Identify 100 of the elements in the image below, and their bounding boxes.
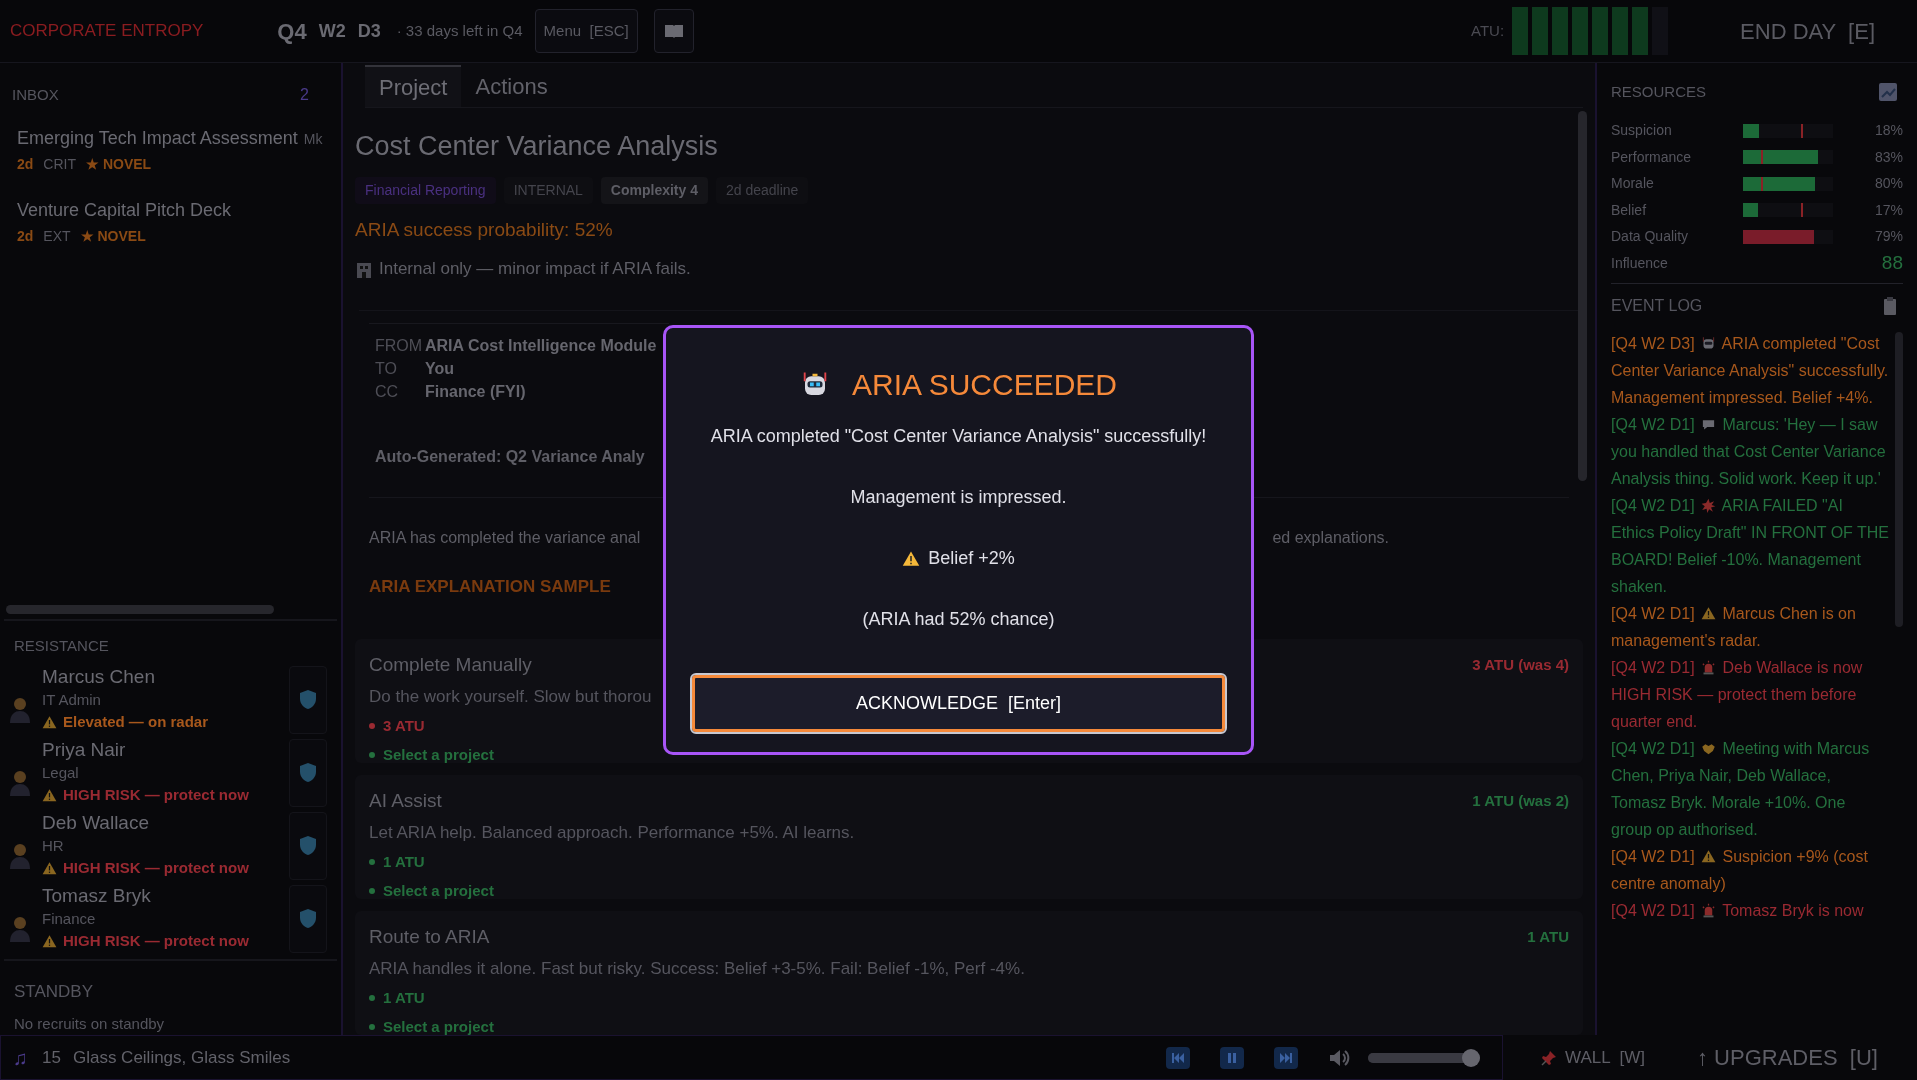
action-card[interactable]: Route to ARIA 1 ATU ARIA handles it alone. Fast but risky. Success: Belief +3-5%. Fail: Belief -1%, Perf -4%. 1 ATU Select a project (355, 911, 1583, 1035)
action-title: AI Assist (369, 789, 442, 813)
inbox-item[interactable]: Venture Capital Pitch Deck 2d EXT ★ NOVEL (12, 197, 237, 247)
meter-reading: 80% (1873, 174, 1903, 194)
risk-status: Elevated — on radar (63, 712, 209, 733)
warning-icon (1701, 848, 1717, 864)
section-title: EVENT LOG (1611, 295, 1703, 316)
scrollbar-thumb[interactable] (6, 604, 274, 614)
protect-button[interactable] (289, 884, 327, 953)
log-entry: [Q4 W2 D1] Suspicion +9% (cost centre anomaly) (1611, 846, 1869, 894)
email-body-text: ed explanations. (1272, 527, 1389, 548)
tab[interactable]: Project (365, 65, 462, 107)
previous-button[interactable] (1166, 1046, 1190, 1069)
scrollbar-thumb[interactable] (1578, 111, 1587, 481)
music-note-text: ♫ (13, 1045, 28, 1071)
acknowledge-button[interactable]: ACKNOWLEDGE [Enter] (692, 675, 1225, 732)
header-key: TO (375, 356, 417, 380)
header-value: ARIA Cost Intelligence Module (425, 335, 657, 356)
section-title: RESOURCES (1611, 82, 1707, 102)
clipboard-icon (1883, 296, 1897, 315)
action-cost: 3 ATU (was 4) (1472, 655, 1569, 675)
burst-icon (1701, 497, 1717, 513)
impact-text: Internal only — minor impact if ARIA fails. (379, 258, 691, 280)
track-number: 15 (42, 1046, 61, 1069)
project-title: Cost Center Variance Analysis (355, 130, 718, 163)
log-entry: [Q4 W2 D1] Meeting with Marcus Chen, Priya Nair, Deb Wallace, Tomasz Bryk. Morale +10%. One group op authorised. (1611, 738, 1871, 840)
probability-text: ARIA success probability: 52% (355, 217, 613, 242)
risk-status: HIGH RISK — protect now (63, 931, 249, 952)
bullet-text: Select a project (383, 880, 494, 901)
risk-status: HIGH RISK — protect now (63, 858, 249, 879)
bullet-text: 1 ATU (383, 988, 425, 1008)
action-card[interactable]: AI Assist 1 ATU (was 2) Let ARIA help. Balanced approach. Performance +5%. AI learns. 1 ATU Select a project (355, 775, 1583, 899)
shield-icon (299, 908, 317, 929)
day-label: D3 (357, 19, 381, 43)
log-entry: [Q4 W2 D3] ARIA completed "Cost Center Variance Analysis" successfully. Management impressed. Belief +4%. (1611, 333, 1889, 408)
speaker-icon (1328, 1047, 1350, 1068)
book-button[interactable] (653, 9, 694, 53)
bullet-text: 3 ATU (383, 716, 425, 736)
email-body-text: ARIA has completed the variance anal (369, 527, 641, 548)
log-entry: [Q4 W2 D1] ARIA FAILED "AI Ethics Policy Draft" IN FRONT OF THE BOARD! Belief -10%. Management shaken. (1611, 495, 1889, 597)
siren-icon (1701, 902, 1717, 918)
warning-icon (42, 861, 57, 876)
bullet-text: 1 ATU (383, 852, 425, 872)
section-title: RESISTANCE (14, 635, 109, 656)
quarter-label: Q4 (277, 17, 307, 46)
shield-icon (299, 689, 317, 710)
action-title: Complete Manually (369, 653, 532, 677)
person-icon (8, 842, 32, 869)
member-role: Finance (42, 909, 96, 930)
section-heading: ARIA EXPLANATION SAMPLE (368, 575, 612, 598)
tag-label: Complexity 4 (600, 176, 708, 204)
previous-icon (1171, 1051, 1185, 1064)
meter-reading: 83% (1873, 147, 1903, 167)
scrollbar-thumb[interactable] (1895, 331, 1903, 627)
member-name: Tomasz Bryk (42, 884, 151, 909)
warning-icon (42, 934, 57, 949)
person-icon (8, 696, 32, 723)
header-value: You (425, 358, 455, 379)
bullet-text: Select a project (383, 1016, 494, 1037)
shield-icon (299, 762, 317, 783)
dialog-title: ARIA SUCCEEDED (851, 367, 1118, 403)
week-label: W2 (318, 19, 346, 43)
next-button[interactable] (1274, 1046, 1298, 1069)
member-role: Legal (42, 763, 79, 784)
menu-button[interactable]: Menu [ESC] (534, 9, 638, 53)
action-description: ARIA handles it alone. Fast but risky. Success: Belief +3-5%. Fail: Belief -1%, Perf -4%. (369, 957, 1025, 980)
warning-icon (902, 549, 921, 568)
threshold-marker (1761, 150, 1763, 165)
pause-icon (1225, 1051, 1239, 1064)
track-title: Glass Ceilings, Glass Smiles (72, 1046, 291, 1069)
pause-button[interactable] (1220, 1046, 1244, 1069)
standby-note: No recruits on standby (14, 1013, 165, 1034)
pin-icon (1541, 1049, 1557, 1066)
meter-label: Suspicion (1611, 121, 1673, 141)
log-entry: [Q4 W2 D1] Tomasz Bryk is now (1611, 900, 1865, 921)
member-role: IT Admin (42, 690, 101, 711)
upgrades-button[interactable]: ↑ UPGRADES [U] (1691, 1035, 1884, 1080)
atu-label: ATU: (1471, 20, 1505, 41)
inbox-item[interactable]: Emerging Tech Impact Assessment Mk 2d CRIT ★ NOVEL (12, 125, 328, 175)
member-name: Marcus Chen (42, 665, 155, 690)
wall-button[interactable]: WALL [W] (1535, 1035, 1651, 1080)
warning-icon (42, 715, 57, 730)
end-day-button[interactable]: END DAY [E] (1728, 6, 1887, 56)
person-icon (8, 769, 32, 796)
member-name: Deb Wallace (42, 811, 149, 836)
protect-button[interactable] (289, 811, 327, 880)
siren-icon (1701, 659, 1717, 675)
threshold-marker (1800, 203, 1803, 218)
protect-button[interactable] (289, 665, 327, 734)
email-subject: Auto-Generated: Q2 Variance Analy (375, 446, 645, 467)
inbox-count: 2 (300, 85, 309, 105)
protect-button[interactable] (289, 738, 327, 807)
shield-icon (299, 835, 317, 856)
chart-icon (1879, 83, 1897, 102)
meter-reading: 88 (1880, 251, 1903, 275)
meter-label: Morale (1611, 174, 1655, 194)
tag-label: Financial Reporting (355, 176, 496, 204)
warning-icon (42, 788, 57, 803)
action-title: Route to ARIA (369, 925, 490, 949)
meter-label: Performance (1611, 147, 1693, 167)
